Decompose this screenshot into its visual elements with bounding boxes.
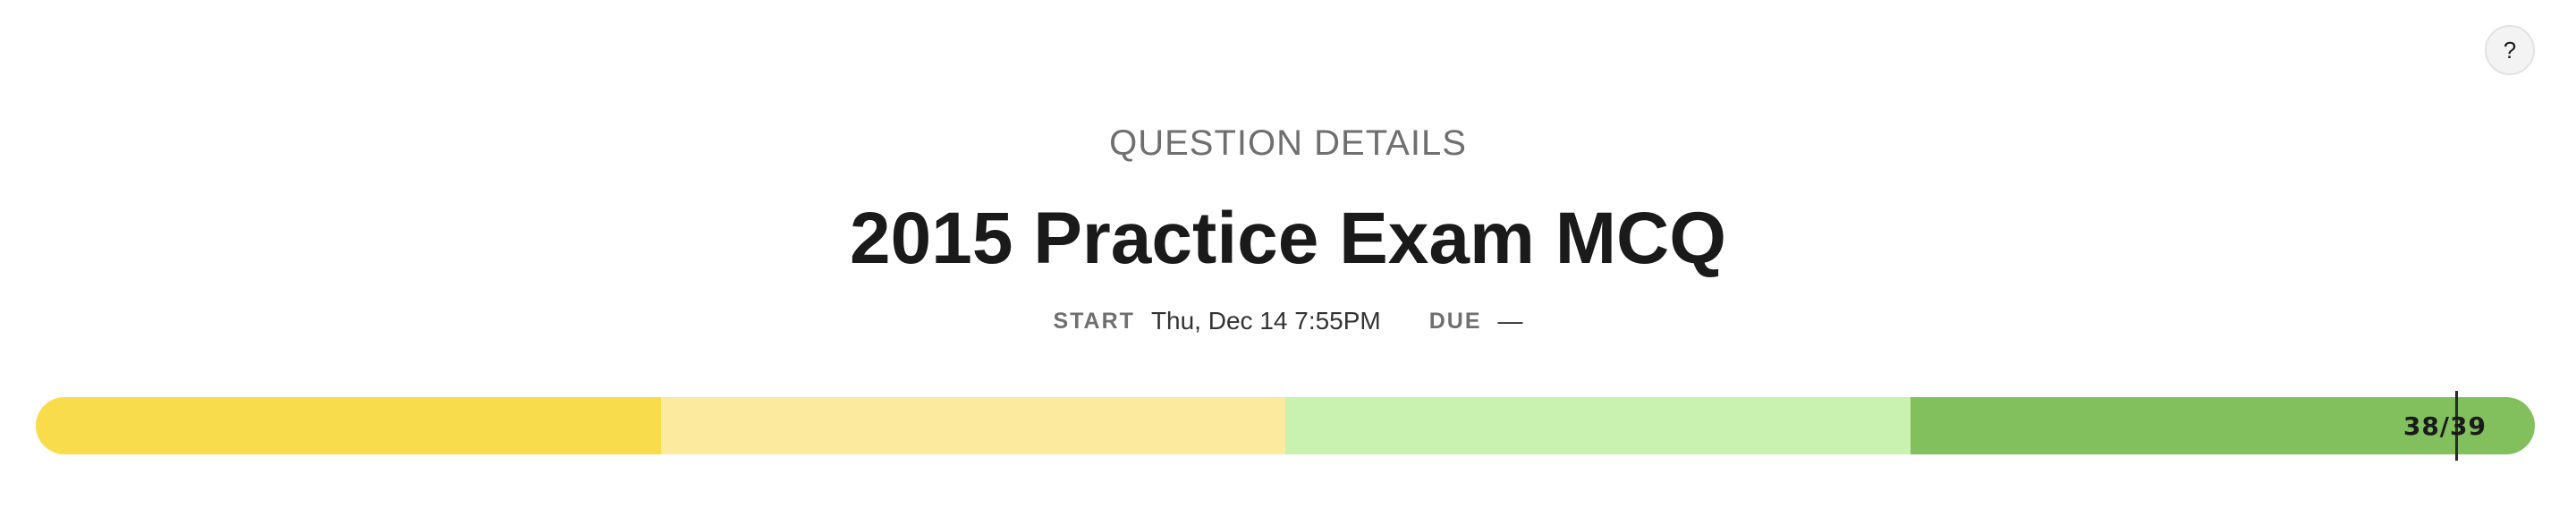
header: QUESTION DETAILS 2015 Practice Exam MCQ — [0, 125, 2576, 275]
due-info: DUE — — [1429, 307, 1523, 335]
due-value: — — [1497, 307, 1523, 335]
page-title: 2015 Practice Exam MCQ — [850, 198, 1726, 279]
start-value: Thu, Dec 14 7:55PM — [1150, 307, 1381, 335]
progress-count: 38/39 — [2402, 411, 2487, 441]
help-icon: ? — [2503, 37, 2517, 64]
question-details-page: ? QUESTION DETAILS 2015 Practice Exam MC… — [0, 0, 2576, 517]
help-button[interactable]: ? — [2485, 25, 2535, 75]
progress-segment-1 — [36, 397, 661, 454]
start-label: START — [1053, 308, 1135, 334]
start-info: START Thu, Dec 14 7:55PM — [1053, 307, 1380, 335]
schedule-meta: START Thu, Dec 14 7:55PM DUE — — [0, 307, 2576, 335]
progress-bar — [36, 397, 2535, 454]
progress-segment-3 — [1285, 397, 1911, 454]
progress-segment-2 — [660, 397, 1285, 454]
due-label: DUE — [1428, 308, 1482, 334]
section-eyebrow: QUESTION DETAILS — [1109, 123, 1467, 163]
